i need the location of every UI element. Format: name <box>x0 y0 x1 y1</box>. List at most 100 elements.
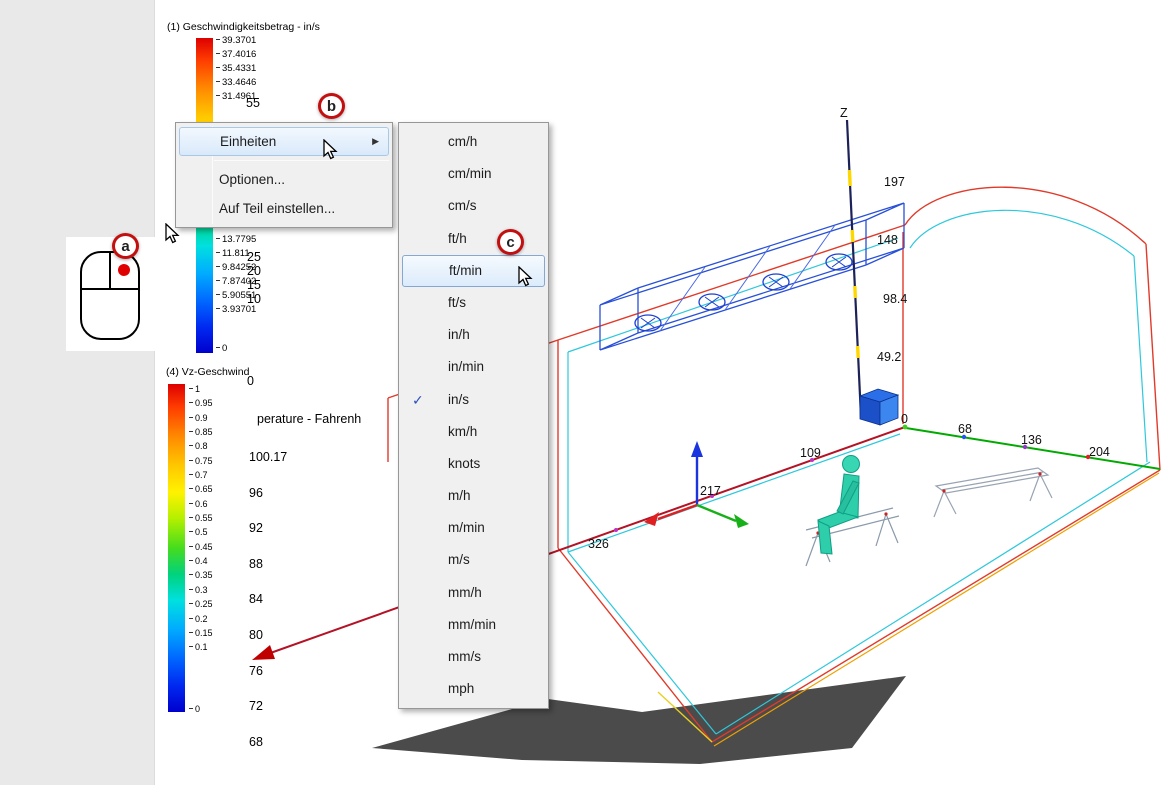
units-menu-item[interactable]: mm/min <box>399 609 548 641</box>
checkmark-icon: ✓ <box>412 391 424 408</box>
cursor-icon <box>518 266 533 287</box>
legend-temperature-labels: 100.17 96 92 88 84 80 76 72 68 <box>249 440 287 760</box>
callout-badge-c: c <box>497 229 524 255</box>
legend-tick-label: 68 <box>249 734 263 749</box>
hidden-scale-upper-label: 55 <box>246 96 260 110</box>
legend-velocity-upper-labels: 39.3701 37.4016 35.4331 33.4646 31.4961 <box>216 34 256 104</box>
legend-tick-label: 0.35 <box>189 568 213 582</box>
legend-tick-label: 0.25 <box>189 597 213 611</box>
units-item-label: mm/h <box>448 584 482 600</box>
ceiling-duct-unit <box>599 202 905 351</box>
menu-item-auf-teil-einstellen[interactable]: Auf Teil einstellen... <box>176 194 392 223</box>
right-button-dot <box>118 264 130 276</box>
callout-badge-a: a <box>112 233 139 259</box>
units-menu-item[interactable]: cm/h <box>399 126 548 158</box>
legend-tick-label: 0.2 <box>189 612 213 626</box>
right-click-mouse-icon <box>80 251 140 340</box>
legend-tick-label: 0.55 <box>189 511 213 525</box>
legend-tick-label: 0.8 <box>189 439 213 453</box>
legend-tick-label: 0.5 <box>189 525 213 539</box>
units-item-label: mm/min <box>448 616 496 632</box>
legend-vz-colorbar[interactable] <box>168 384 185 712</box>
floor-edge-orange <box>713 472 1160 747</box>
callout-badge-b: b <box>318 93 345 119</box>
units-menu-item[interactable]: ✓ in/s <box>399 384 548 416</box>
menu-item-label: Auf Teil einstellen... <box>219 201 336 216</box>
legend-tick-label: 92 <box>249 521 263 536</box>
units-item-label: km/h <box>448 423 478 439</box>
legend-tick-label: 100.17 <box>249 450 288 464</box>
units-menu-item[interactable]: m/h <box>399 480 548 512</box>
y-tick-label: 136 <box>1021 433 1042 447</box>
units-item-label: ft/h <box>448 230 467 246</box>
units-menu-item[interactable]: ft/s <box>399 287 548 319</box>
units-menu-item[interactable]: m/min <box>399 512 548 544</box>
units-menu-item[interactable]: in/min <box>399 351 548 383</box>
legend-tick-label: 76 <box>249 663 263 678</box>
units-item-label: m/min <box>448 520 485 536</box>
menu-item-optionen[interactable]: Optionen... <box>176 165 392 194</box>
seated-person <box>817 455 860 555</box>
units-list: cm/h cm/min cm/s ft/h ft/min ft/s in/h i… <box>399 126 548 705</box>
units-item-label: cm/h <box>448 134 478 149</box>
units-item-label: ft/s <box>448 294 467 310</box>
legend-vz-min-label: 0 <box>189 702 200 716</box>
units-menu-item[interactable]: mm/h <box>399 577 548 609</box>
origin-unit-box <box>858 388 900 426</box>
hidden-scale-lower-labels: 25 20 15 10 <box>247 250 261 306</box>
units-item-label: knots <box>448 455 481 471</box>
legend-tick-label: 0.75 <box>189 454 213 468</box>
origin-label: 0 <box>901 412 908 426</box>
menu-item-label: Einheiten <box>220 134 277 149</box>
z-tick-label: 49.2 <box>877 350 901 364</box>
units-item-label: mm/s <box>448 649 481 664</box>
units-menu-item[interactable]: cm/s <box>399 190 548 222</box>
y-tick-label: 68 <box>958 422 972 436</box>
legend-tick-label: 0.95 <box>189 396 213 410</box>
z-tick-label: 148 <box>877 233 898 247</box>
x-axis-ruler <box>252 426 906 660</box>
units-item-label: in/min <box>448 359 485 375</box>
legend-vz-title: (4) Vz-Geschwind <box>166 366 250 378</box>
menu-item-einheiten[interactable]: Einheiten ▶ <box>179 127 389 156</box>
legend-tick-label: 1 <box>189 382 213 396</box>
units-menu-item[interactable]: cm/min <box>399 158 548 190</box>
context-menu: Einheiten ▶ Optionen... Auf Teil einstel… <box>175 122 393 228</box>
legend-tick-label: 25 <box>247 250 261 264</box>
z-tick-label: 197 <box>884 175 905 189</box>
units-menu-item[interactable]: m/s <box>399 544 548 576</box>
units-menu-item[interactable]: km/h <box>399 416 548 448</box>
legend-tick-label: 96 <box>249 485 263 500</box>
z-tick-label: 98.4 <box>883 292 907 306</box>
units-item-label: m/s <box>448 552 470 568</box>
legend-tick-label: 37.4016 <box>216 48 256 62</box>
legend-tick-label: 0.6 <box>189 497 213 511</box>
legend-tick-label: 0.45 <box>189 540 213 554</box>
legend-tick-label: 15 <box>247 278 261 292</box>
legend-tick-label: 13.7795 <box>216 233 256 247</box>
legend-tick-label: 33.4646 <box>216 76 256 90</box>
units-menu-item[interactable]: in/h <box>399 319 548 351</box>
legend-tick-label: 0.4 <box>189 554 213 568</box>
cursor-icon <box>165 223 180 244</box>
units-submenu: cm/h cm/min cm/s ft/h ft/min ft/s in/h i… <box>398 122 549 710</box>
z-axis-label: Z <box>840 106 848 120</box>
units-menu-item[interactable]: mph <box>399 673 548 705</box>
menu-separator <box>214 160 389 161</box>
legend-tick-label: 88 <box>249 556 263 571</box>
submenu-arrow-icon: ▶ <box>372 136 379 146</box>
legend-tick-label: 0.7 <box>189 468 213 482</box>
y-tick-label: 204 <box>1089 445 1110 459</box>
room-wireframe-cyan <box>567 209 1151 735</box>
bench-right <box>933 467 1053 518</box>
legend-tick-label: 0.15 <box>189 626 213 640</box>
menu-item-label: Optionen... <box>219 172 286 187</box>
x-tick-label: 326 <box>588 537 609 551</box>
units-menu-item[interactable]: ft/h <box>399 223 548 255</box>
units-menu-item[interactable]: mm/s <box>399 641 548 673</box>
mouse-hint-panel <box>66 237 155 351</box>
units-menu-item[interactable]: knots <box>399 448 548 480</box>
units-item-label: cm/s <box>448 198 477 214</box>
legend-tick-label: 0.9 <box>189 411 213 425</box>
x-tick-label: 217 <box>700 484 721 498</box>
